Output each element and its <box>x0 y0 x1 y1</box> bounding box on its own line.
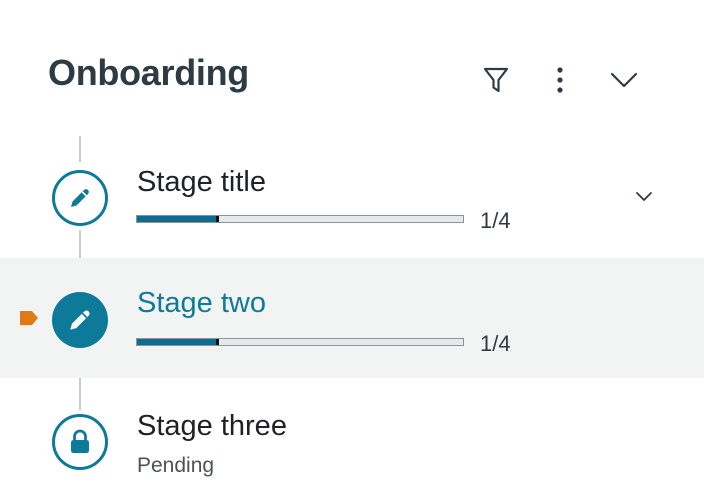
page-title: Onboarding <box>48 52 249 93</box>
stage-progress-count: 1/4 <box>480 208 511 233</box>
stage-progress-bar <box>136 338 464 346</box>
lock-icon <box>71 429 89 453</box>
filter-button[interactable] <box>476 60 516 100</box>
stage-status-icon <box>52 170 108 226</box>
stage-progress-count: 1/4 <box>480 331 511 356</box>
stage-title: Stage two <box>137 287 266 319</box>
chevron-down-icon <box>610 72 638 88</box>
pencil-icon <box>70 310 90 330</box>
stage-status-icon <box>52 292 108 348</box>
collapse-panel-button[interactable] <box>604 60 644 100</box>
stage-status-text: Pending <box>137 454 215 477</box>
stage-progress-bar <box>136 215 464 223</box>
pencil-icon <box>71 189 89 207</box>
stage-progress-fill <box>137 339 219 345</box>
stage-title: Stage title <box>137 166 266 198</box>
kebab-menu-icon <box>557 67 563 93</box>
more-options-button[interactable] <box>540 60 580 100</box>
stage-item-current[interactable]: Stage two 1/4 <box>0 258 704 378</box>
stage-status-icon <box>52 414 108 470</box>
stage-title: Stage three <box>137 410 287 442</box>
stage-item-locked[interactable]: Stage three Pending <box>0 380 704 500</box>
current-stage-marker-icon <box>20 311 38 325</box>
onboarding-panel: Onboarding Stage title 1/4 Stage two 1/4… <box>0 0 704 502</box>
chevron-down-icon <box>636 192 652 201</box>
expand-stage-button[interactable] <box>628 181 660 213</box>
stage-item[interactable]: Stage title 1/4 <box>0 136 704 256</box>
stage-progress-fill <box>137 216 219 222</box>
filter-icon <box>483 67 509 93</box>
